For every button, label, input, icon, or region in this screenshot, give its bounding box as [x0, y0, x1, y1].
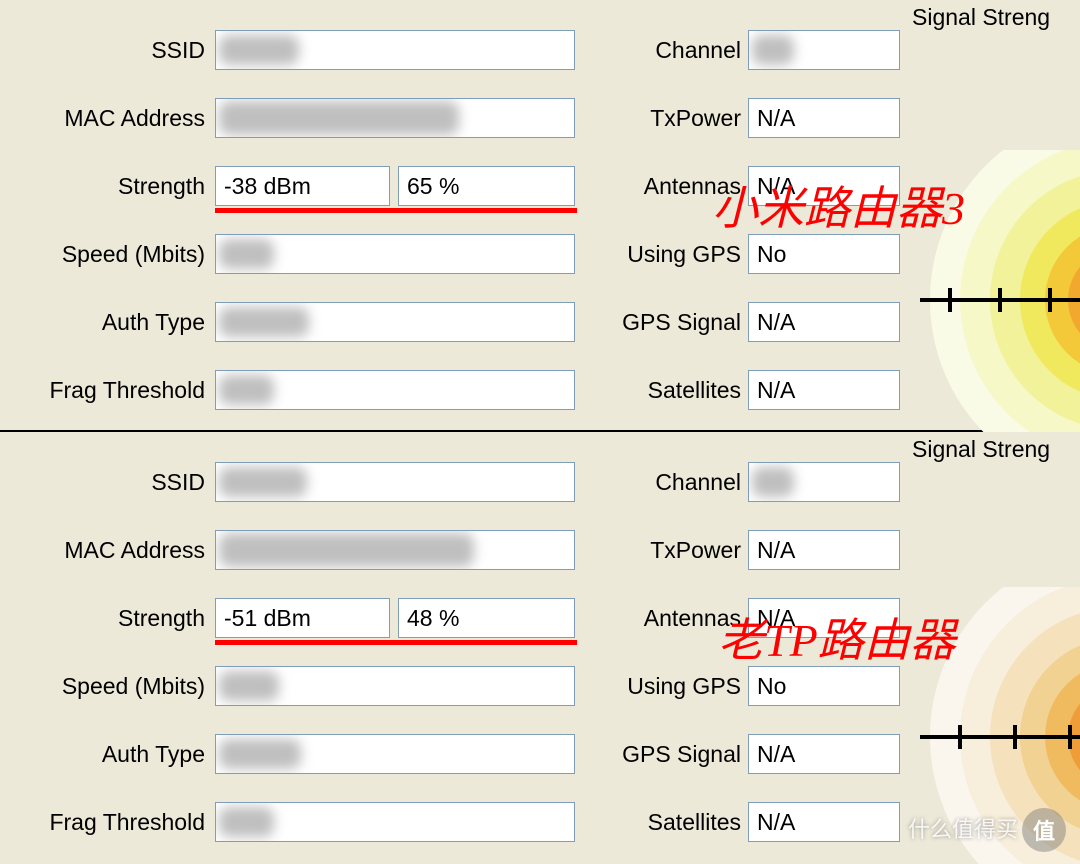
channel-label: Channel	[585, 462, 741, 502]
mac-field[interactable]	[215, 98, 575, 138]
watermark-badge-icon: 值	[1022, 808, 1066, 852]
gps-field[interactable]: No	[748, 666, 900, 706]
speed-label: Speed (Mbits)	[0, 234, 205, 274]
watermark-badge-char: 值	[1033, 814, 1055, 846]
blurred-value	[219, 35, 299, 65]
gpssig-field[interactable]: N/A	[748, 302, 900, 342]
sat-field[interactable]: N/A	[748, 370, 900, 410]
strength-dbm-value: -38 dBm	[224, 173, 311, 200]
strength-pct-value: 65 %	[407, 173, 459, 200]
strength-underline	[215, 208, 577, 213]
speed-label: Speed (Mbits)	[0, 666, 205, 706]
gpssig-value: N/A	[757, 309, 795, 336]
speed-field[interactable]	[215, 666, 575, 706]
txpower-field[interactable]: N/A	[748, 530, 900, 570]
strength-pct-field[interactable]: 48 %	[398, 598, 575, 638]
ssid-label: SSID	[0, 462, 205, 502]
gps-label: Using GPS	[585, 666, 741, 706]
sat-label: Satellites	[585, 370, 741, 410]
strength-pct-field[interactable]: 65 %	[398, 166, 575, 206]
blurred-value	[752, 467, 794, 497]
gpssig-label: GPS Signal	[585, 302, 741, 342]
mac-field[interactable]	[215, 530, 575, 570]
blurred-value	[219, 467, 307, 497]
gps-value: No	[757, 241, 786, 268]
txpower-label: TxPower	[585, 530, 741, 570]
panel-tp: Signal Streng SSID MAC Address Strength …	[0, 432, 1080, 864]
blurred-value	[219, 239, 274, 269]
ssid-label: SSID	[0, 30, 205, 70]
blurred-value	[752, 35, 794, 65]
strength-underline	[215, 640, 577, 645]
txpower-label: TxPower	[585, 98, 741, 138]
mac-label: MAC Address	[0, 98, 205, 138]
channel-field[interactable]	[748, 30, 900, 70]
channel-label: Channel	[585, 30, 741, 70]
blurred-value	[219, 739, 301, 769]
sat-field[interactable]: N/A	[748, 802, 900, 842]
speed-field[interactable]	[215, 234, 575, 274]
frag-label: Frag Threshold	[0, 370, 205, 410]
blurred-value	[219, 671, 279, 701]
gpssig-label: GPS Signal	[585, 734, 741, 774]
frag-field[interactable]	[215, 370, 575, 410]
auth-field[interactable]	[215, 734, 575, 774]
strength-label: Strength	[0, 598, 205, 638]
gps-value: No	[757, 673, 786, 700]
blurred-value	[219, 101, 459, 135]
frag-label: Frag Threshold	[0, 802, 205, 842]
sat-value: N/A	[757, 809, 795, 836]
sat-value: N/A	[757, 377, 795, 404]
signal-strength-header: Signal Streng	[912, 436, 1050, 463]
panel-xiaomi: Signal Streng SSID MAC Address Strength …	[0, 0, 1080, 432]
strength-label: Strength	[0, 166, 205, 206]
txpower-value: N/A	[757, 105, 795, 132]
auth-label: Auth Type	[0, 734, 205, 774]
mac-label: MAC Address	[0, 530, 205, 570]
annotation-xiaomi: 小米路由器3	[712, 172, 965, 238]
strength-pct-value: 48 %	[407, 605, 459, 632]
blurred-value	[219, 375, 274, 405]
strength-dbm-field[interactable]: -38 dBm	[215, 166, 390, 206]
strength-dbm-value: -51 dBm	[224, 605, 311, 632]
gpssig-field[interactable]: N/A	[748, 734, 900, 774]
ssid-field[interactable]	[215, 462, 575, 502]
blurred-value	[219, 807, 274, 837]
auth-label: Auth Type	[0, 302, 205, 342]
gpssig-value: N/A	[757, 741, 795, 768]
frag-field[interactable]	[215, 802, 575, 842]
annotation-tp: 老TP路由器	[718, 604, 956, 670]
txpower-field[interactable]: N/A	[748, 98, 900, 138]
strength-dbm-field[interactable]: -51 dBm	[215, 598, 390, 638]
txpower-value: N/A	[757, 537, 795, 564]
blurred-value	[219, 307, 309, 337]
ssid-field[interactable]	[215, 30, 575, 70]
gps-field[interactable]: No	[748, 234, 900, 274]
signal-strength-header: Signal Streng	[912, 4, 1050, 31]
gps-label: Using GPS	[585, 234, 741, 274]
blurred-value	[219, 533, 474, 567]
watermark-text: 什么值得买	[908, 812, 1018, 844]
sat-label: Satellites	[585, 802, 741, 842]
channel-field[interactable]	[748, 462, 900, 502]
auth-field[interactable]	[215, 302, 575, 342]
